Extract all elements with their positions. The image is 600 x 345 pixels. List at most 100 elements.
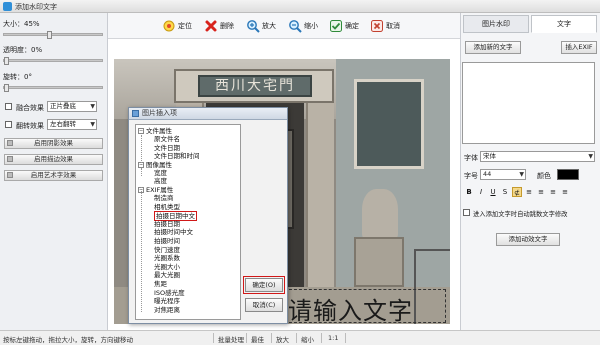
strikethrough-button[interactable]: S bbox=[500, 187, 510, 197]
tree-group[interactable]: EXIF属性 bbox=[146, 186, 173, 194]
dialog-cancel-button[interactable]: 取消(C) bbox=[245, 298, 283, 312]
tree-item[interactable]: 相机类型 bbox=[154, 203, 180, 211]
tree-item[interactable]: 宽度 bbox=[154, 169, 167, 177]
text-input-area[interactable] bbox=[462, 62, 595, 144]
opacity-slider-thumb[interactable] bbox=[4, 57, 9, 65]
tree-group[interactable]: 图像属性 bbox=[146, 161, 172, 169]
art-text-effect-button[interactable]: 启用艺术字效果 bbox=[4, 170, 103, 181]
align-right-button[interactable]: ≡ bbox=[536, 187, 546, 197]
flip-select[interactable]: 左右翻转 ▼ bbox=[47, 119, 97, 130]
insert-exif-button[interactable]: 插入EXIF bbox=[561, 41, 597, 54]
batch-process-button[interactable]: 批量处理 bbox=[218, 334, 244, 344]
zoom-in-icon bbox=[247, 20, 260, 33]
zoom-out-button[interactable]: 缩小 bbox=[288, 16, 318, 36]
underline-button[interactable]: U bbox=[488, 187, 498, 197]
tab-text[interactable]: 文字 bbox=[531, 15, 597, 33]
zoom-out-label: 缩小 bbox=[304, 22, 318, 30]
auto-text-checkbox[interactable] bbox=[463, 209, 470, 216]
tree-item[interactable]: 拍摄日期 bbox=[154, 220, 180, 228]
tab-image-watermark[interactable]: 图片水印 bbox=[463, 15, 529, 33]
flip-checkbox[interactable] bbox=[5, 121, 12, 128]
italic-button[interactable]: I bbox=[476, 187, 486, 197]
locate-icon bbox=[163, 20, 175, 32]
font-select[interactable]: 宋体 ▼ bbox=[480, 151, 595, 162]
art-text-effect-label: 启用艺术字效果 bbox=[30, 171, 77, 179]
tree-item[interactable]: 高度 bbox=[154, 177, 167, 185]
tree-item[interactable]: 文件日期和时间 bbox=[154, 152, 200, 160]
align-justify-button[interactable]: ≡ bbox=[548, 187, 558, 197]
status-hint: 按标左键拖动，拖拉大小，旋转，方向键移动 bbox=[3, 336, 133, 344]
shadow-icon bbox=[7, 140, 13, 146]
tree-item[interactable]: 最大光圈 bbox=[154, 271, 180, 279]
font-size-label: 字号 bbox=[464, 172, 478, 180]
rotate-slider-thumb[interactable] bbox=[4, 84, 9, 92]
best-fit-button[interactable]: 最佳 bbox=[251, 334, 264, 344]
locate-button[interactable]: 定位 bbox=[162, 16, 192, 36]
art-text-icon bbox=[7, 172, 13, 178]
tree-item[interactable]: 曝光程序 bbox=[154, 297, 180, 305]
rotate-label: 旋转：0° bbox=[3, 73, 32, 81]
tree-item[interactable]: ISO感光度 bbox=[154, 289, 185, 297]
rotate-slider[interactable] bbox=[3, 84, 103, 92]
cancel-icon bbox=[371, 20, 383, 32]
opacity-slider[interactable] bbox=[3, 57, 103, 65]
delete-button[interactable]: 删除 bbox=[204, 16, 234, 36]
add-effect-text-button[interactable]: 添加动效文字 bbox=[496, 233, 560, 246]
zoom-out-icon bbox=[289, 20, 302, 33]
app-icon bbox=[3, 2, 12, 11]
locate-label: 定位 bbox=[178, 22, 192, 30]
size-slider-thumb[interactable] bbox=[47, 31, 52, 39]
tree-item[interactable]: 文件日期 bbox=[154, 144, 180, 152]
align-center-button[interactable]: ≡ bbox=[524, 187, 534, 197]
dialog-title-bar[interactable]: 图片插入项 bbox=[129, 108, 287, 120]
shadow-effect-label: 启用阴影效果 bbox=[34, 139, 73, 147]
dialog-icon bbox=[132, 110, 139, 117]
delete-label: 删除 bbox=[220, 22, 234, 30]
tree-group[interactable]: 文件属性 bbox=[146, 127, 172, 135]
actual-size-button[interactable]: 1:1 bbox=[328, 334, 338, 342]
font-select-value: 宋体 bbox=[483, 152, 496, 160]
stroke-effect-label: 启用描边效果 bbox=[34, 155, 73, 163]
status-zoom-in-button[interactable]: 放大 bbox=[276, 334, 289, 344]
delete-icon bbox=[205, 20, 217, 32]
tree-item[interactable]: 快门速度 bbox=[154, 246, 180, 254]
tree-item[interactable]: 制造商 bbox=[154, 194, 174, 202]
confirm-button[interactable]: 确定 bbox=[329, 16, 359, 36]
zoom-in-button[interactable]: 放大 bbox=[246, 16, 276, 36]
color-swatch[interactable] bbox=[557, 169, 579, 180]
tree-item[interactable]: 原文件名 bbox=[154, 135, 180, 143]
dialog-ok-button[interactable]: 确定(O) bbox=[243, 276, 285, 294]
insert-item-dialog: 图片插入项 − 文件属性 原文件名 文件日期 文件日期和时间 − 图像属性 宽度 高度 − EXIF… bbox=[128, 107, 288, 324]
size-slider[interactable] bbox=[3, 31, 103, 39]
photo-lion-base bbox=[354, 237, 404, 287]
gate-plaque: 西川大宅門 bbox=[198, 75, 312, 97]
font-size-select[interactable]: 44 ▼ bbox=[480, 169, 526, 180]
align-left-button[interactable]: ⊄ bbox=[512, 187, 522, 197]
tree-item[interactable]: 焦距 bbox=[154, 280, 167, 288]
chevron-down-icon: ▼ bbox=[90, 121, 95, 128]
shadow-effect-button[interactable]: 启用阴影效果 bbox=[4, 138, 103, 149]
blend-checkbox[interactable] bbox=[5, 103, 12, 110]
add-new-text-button[interactable]: 添加新的文字 bbox=[465, 41, 521, 54]
tree-item[interactable]: 拍摄时间 bbox=[154, 237, 180, 245]
tree-item[interactable]: 光圈系数 bbox=[154, 254, 180, 262]
status-divider bbox=[246, 333, 247, 343]
status-zoom-out-button[interactable]: 缩小 bbox=[301, 334, 314, 344]
insert-item-tree[interactable]: − 文件属性 原文件名 文件日期 文件日期和时间 − 图像属性 宽度 高度 − EXIF属性 制造商相… bbox=[135, 124, 241, 320]
stroke-icon bbox=[7, 156, 13, 162]
chevron-down-icon: ▼ bbox=[90, 103, 95, 110]
bold-button[interactable]: B bbox=[464, 187, 474, 197]
vertical-text-button[interactable]: ≡ bbox=[560, 187, 570, 197]
photo-stone-lion bbox=[362, 189, 398, 239]
blend-select[interactable]: 正片叠底 ▼ bbox=[47, 101, 97, 112]
tree-item[interactable]: 光圈大小 bbox=[154, 263, 180, 271]
watermark-text[interactable]: 请输入文字 bbox=[288, 291, 413, 324]
tree-item[interactable]: 拍摄时间中文 bbox=[154, 228, 193, 236]
tree-item[interactable]: 对焦距离 bbox=[154, 306, 180, 314]
cancel-button[interactable]: 取消 bbox=[370, 16, 400, 36]
stroke-effect-button[interactable]: 启用描边效果 bbox=[4, 154, 103, 165]
window-title: 添加水印文字 bbox=[15, 3, 57, 11]
confirm-icon bbox=[330, 20, 342, 32]
font-size-value: 44 bbox=[483, 170, 492, 178]
tree-collapse-icon[interactable]: − bbox=[138, 128, 144, 134]
